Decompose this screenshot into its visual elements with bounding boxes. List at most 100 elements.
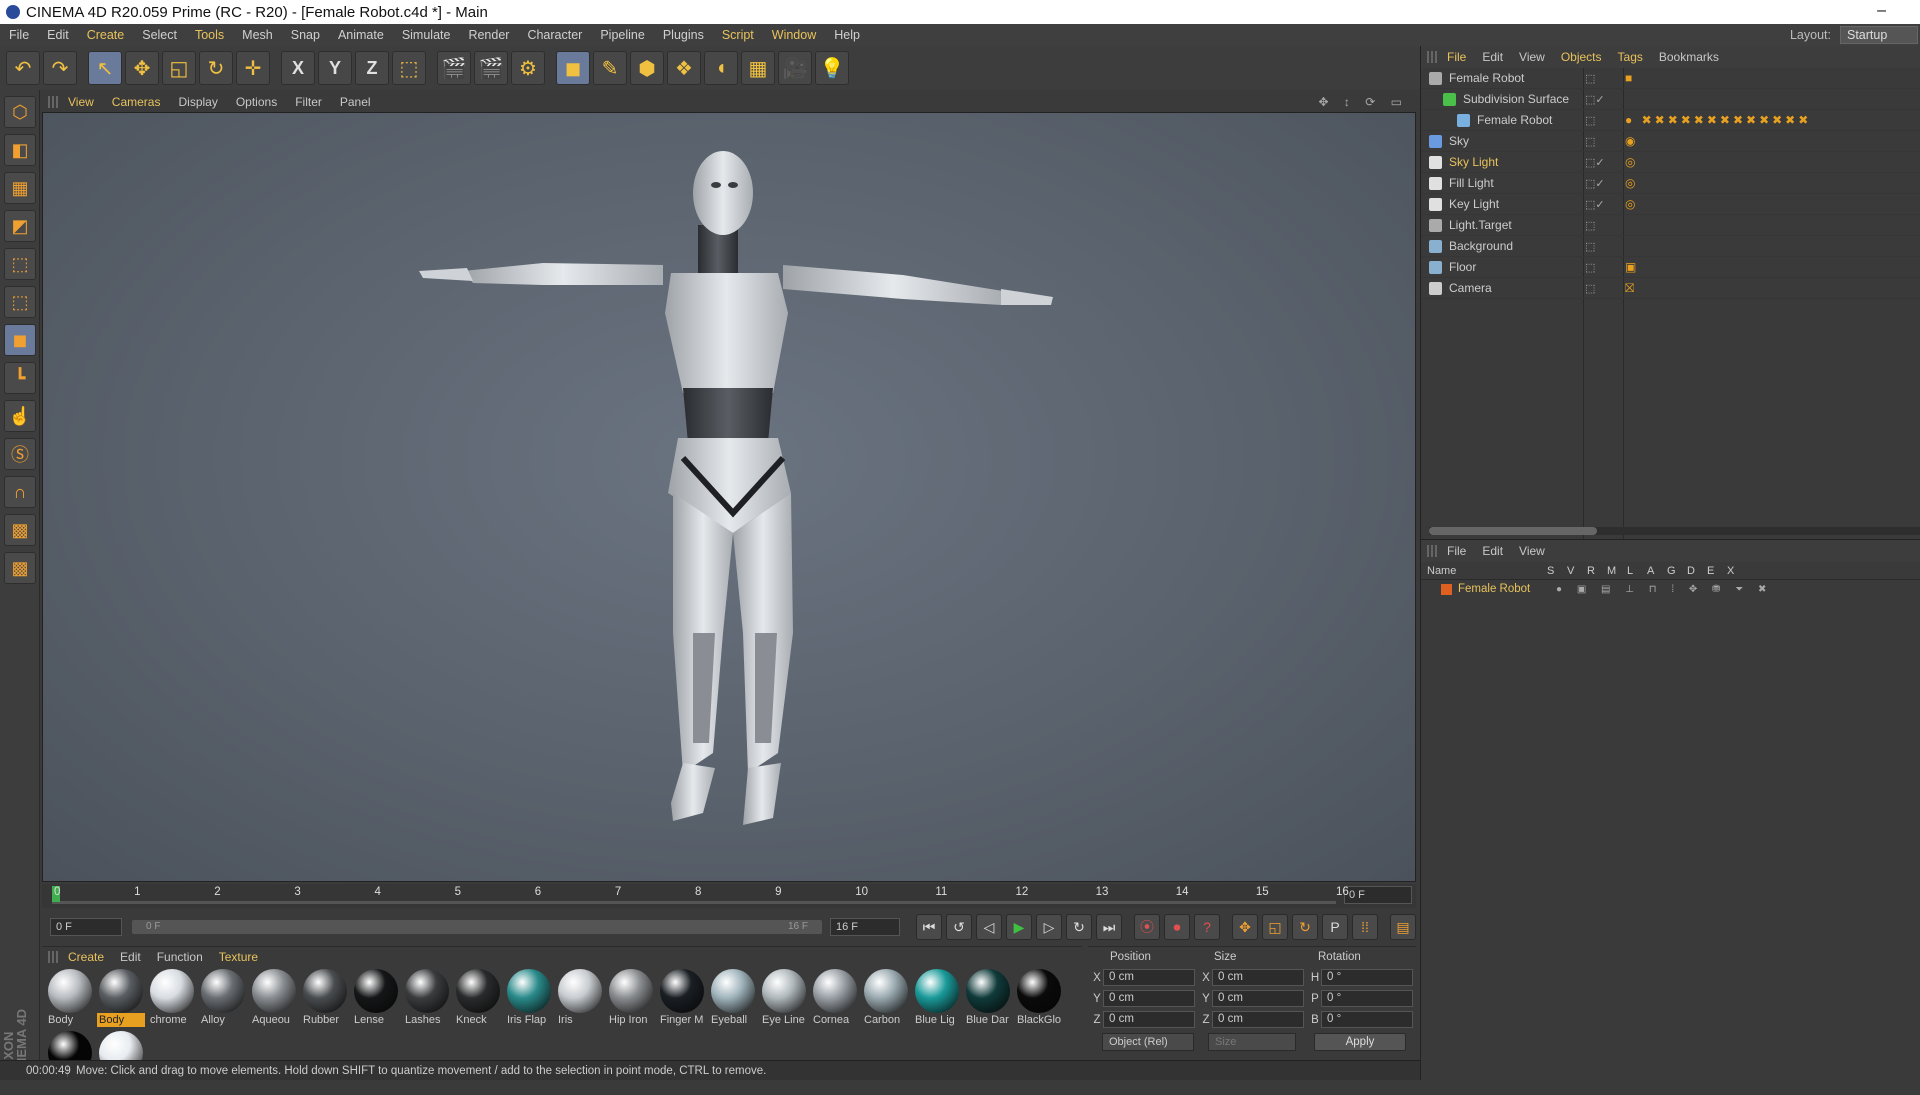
menu-plugins[interactable]: Plugins [663, 28, 704, 42]
material-swatch[interactable]: chrome [148, 969, 196, 1027]
material-menu-edit[interactable]: Edit [120, 950, 141, 964]
material-swatch[interactable]: Lense [352, 969, 400, 1027]
live-selection-button[interactable]: ↖ [88, 51, 122, 85]
autokey-button[interactable]: ⏺ [1164, 914, 1190, 940]
object-menu-tags[interactable]: Tags [1618, 50, 1643, 64]
edit-render-settings-button[interactable]: ⚙ [511, 51, 545, 85]
visibility-icon[interactable]: ⬚ [1585, 177, 1595, 190]
timeline-toggle-button[interactable]: ▤ [1390, 914, 1416, 940]
end-frame-field[interactable]: 16 F [830, 918, 900, 936]
panel-grip-icon[interactable] [1427, 545, 1437, 557]
grid-button[interactable]: ▩ [4, 514, 36, 546]
layer-column-a[interactable]: A [1647, 565, 1654, 577]
visibility-icon[interactable]: ⬚ [1585, 282, 1595, 295]
object-row[interactable]: Light.Target ⬚ [1421, 215, 1920, 236]
material-swatch[interactable]: Body [97, 969, 145, 1027]
object-tags[interactable]: ◎ [1625, 155, 1638, 169]
material-swatch[interactable]: Lashes [403, 969, 451, 1027]
next-frame-button[interactable]: ▷ [1036, 914, 1062, 940]
menu-help[interactable]: Help [834, 28, 860, 42]
object-visibility-flags[interactable]: ⬚ ✓ [1585, 177, 1625, 190]
object-name[interactable]: Camera [1449, 281, 1492, 295]
prev-frame-button[interactable]: ◁ [976, 914, 1002, 940]
material-swatch[interactable]: Eye Line [760, 969, 808, 1027]
snap-button[interactable]: Ⓢ [4, 438, 36, 470]
layer-column-m[interactable]: M [1607, 565, 1616, 577]
timeline-track[interactable] [52, 901, 1336, 904]
object-horizontal-scrollbar[interactable] [1429, 527, 1920, 535]
object-row[interactable]: Female Robot⬚ ■ [1421, 68, 1920, 89]
y-axis-button[interactable]: Y [318, 51, 352, 85]
layer-menu-view[interactable]: View [1519, 544, 1545, 558]
material-swatch[interactable]: Alloy [199, 969, 247, 1027]
layer-menu-edit[interactable]: Edit [1482, 544, 1503, 558]
object-row[interactable]: Sky⬚ ◉ [1421, 131, 1920, 152]
object-row[interactable]: Female Robot⬚ ● ✖✖✖✖✖✖✖✖✖✖✖✖✖ [1421, 110, 1920, 131]
object-name[interactable]: Floor [1449, 260, 1476, 274]
material-menu-function[interactable]: Function [157, 950, 203, 964]
redo-button[interactable]: ↷ [43, 51, 77, 85]
object-menu-view[interactable]: View [1519, 50, 1545, 64]
visibility-icon[interactable]: ⬚ [1585, 261, 1595, 274]
prev-key-button[interactable]: ↺ [946, 914, 972, 940]
visibility-icon[interactable]: ⬚ [1585, 240, 1595, 253]
menu-create[interactable]: Create [87, 28, 125, 42]
layer-menu-file[interactable]: File [1447, 544, 1466, 558]
layer-column-name[interactable]: Name [1427, 565, 1456, 577]
layer-column-e[interactable]: E [1707, 565, 1714, 577]
viewport-nav-icons[interactable]: ✥ ↕ ⟳ ▭ [1319, 95, 1408, 109]
object-visibility-flags[interactable]: ⬚ [1585, 135, 1625, 148]
object-tags[interactable]: ⛝ [1625, 281, 1637, 296]
object-visibility-flags[interactable]: ⬚ ✓ [1585, 198, 1625, 211]
object-name[interactable]: Fill Light [1449, 176, 1494, 190]
key-scale-button[interactable]: ◱ [1262, 914, 1288, 940]
object-visibility-flags[interactable]: ⬚ [1585, 72, 1625, 85]
size-y-field[interactable]: 0 cm [1212, 990, 1304, 1007]
material-menu-texture[interactable]: Texture [219, 950, 258, 964]
menu-mesh[interactable]: Mesh [242, 28, 273, 42]
cube-button[interactable]: ◼ [556, 51, 590, 85]
layer-column-x[interactable]: X [1727, 565, 1734, 577]
add-button[interactable]: ✛ [236, 51, 270, 85]
object-visibility-flags[interactable]: ⬚ [1585, 219, 1625, 232]
enabled-check-icon[interactable]: ✓ [1595, 93, 1604, 106]
pen-button[interactable]: ✎ [593, 51, 627, 85]
layer-column-r[interactable]: R [1587, 565, 1595, 577]
undo-button[interactable]: ↶ [6, 51, 40, 85]
object-row[interactable]: Background⬚ [1421, 236, 1920, 257]
object-menu-bookmarks[interactable]: Bookmarks [1659, 50, 1719, 64]
render-view-button[interactable]: 🎬 [437, 51, 471, 85]
keyframe-selection-button[interactable]: ? [1194, 914, 1220, 940]
menu-render[interactable]: Render [468, 28, 509, 42]
layer-column-g[interactable]: G [1667, 565, 1676, 577]
viewport-menu-cameras[interactable]: Cameras [112, 95, 161, 109]
object-menu-edit[interactable]: Edit [1482, 50, 1503, 64]
timeline-ruler[interactable]: 0 F 012345678910111213141516 [42, 884, 1416, 908]
object-name[interactable]: Subdivision Surface [1463, 92, 1569, 106]
axis-mode-button[interactable]: ┗ [4, 362, 36, 394]
make-editable-button[interactable]: ⬡ [4, 96, 36, 128]
object-tags[interactable]: ● ✖✖✖✖✖✖✖✖✖✖✖✖✖ [1625, 113, 1811, 127]
size-z-field[interactable]: 0 cm [1212, 1011, 1304, 1028]
object-visibility-flags[interactable]: ⬚ [1585, 240, 1625, 253]
key-param-button[interactable]: P [1322, 914, 1348, 940]
panel-grip-icon[interactable] [48, 96, 58, 108]
visibility-icon[interactable]: ⬚ [1585, 198, 1595, 211]
tweak-button[interactable]: ☝ [4, 400, 36, 432]
current-frame-field[interactable]: 0 F [1344, 886, 1412, 904]
object-row[interactable]: Key Light⬚ ✓◎ [1421, 194, 1920, 215]
next-key-button[interactable]: ↻ [1066, 914, 1092, 940]
object-visibility-flags[interactable]: ⬚ [1585, 114, 1625, 127]
position-y-field[interactable]: 0 cm [1103, 990, 1195, 1007]
object-name[interactable]: Light.Target [1449, 218, 1512, 232]
viewport-menu-view[interactable]: View [68, 95, 94, 109]
material-swatch[interactable]: Body [46, 969, 94, 1027]
object-tags[interactable]: ▣ [1625, 260, 1639, 274]
points-mode-button[interactable]: ⬚ [4, 248, 36, 280]
perspective-viewport[interactable] [42, 112, 1416, 882]
object-menu-objects[interactable]: Objects [1561, 50, 1602, 64]
layer-column-d[interactable]: D [1687, 565, 1695, 577]
z-axis-button[interactable]: Z [355, 51, 389, 85]
scrollbar-thumb[interactable] [1429, 527, 1597, 535]
enabled-check-icon[interactable]: ✓ [1595, 198, 1604, 211]
